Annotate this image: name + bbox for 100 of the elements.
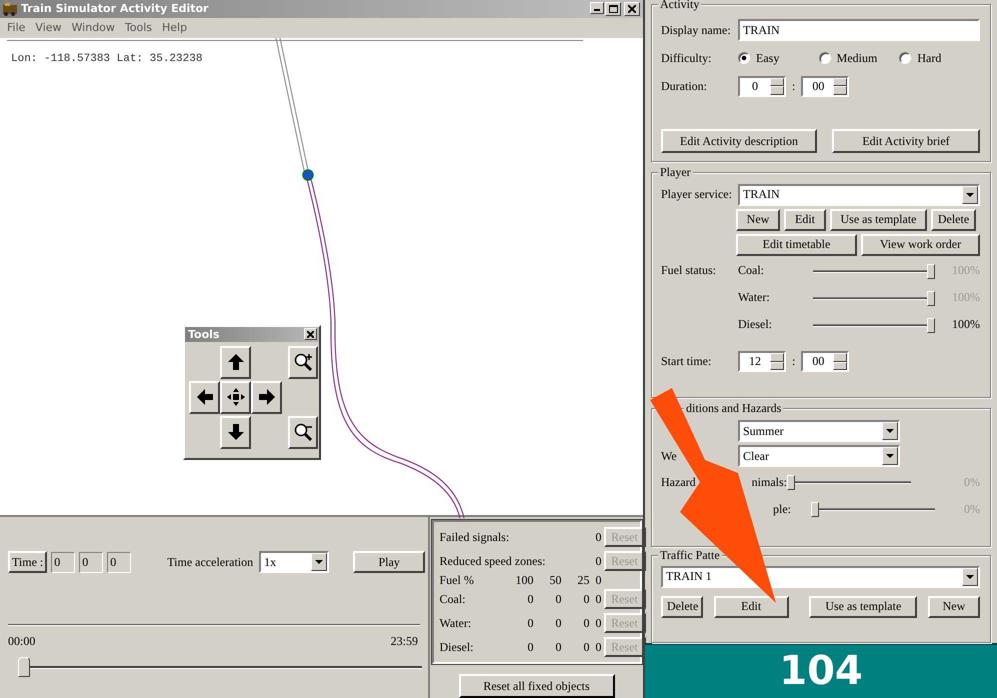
time-separator: : xyxy=(791,354,796,370)
dropdown-button[interactable] xyxy=(962,186,978,204)
menu-item[interactable]: View xyxy=(30,21,67,34)
window-title: Train Simulator Activity Editor xyxy=(21,2,210,16)
radio-button[interactable] xyxy=(899,52,912,64)
slider-value: 100% xyxy=(952,317,980,332)
spin-buttons[interactable] xyxy=(833,353,848,370)
group-title: Player xyxy=(658,164,693,180)
zoom-in-icon xyxy=(294,353,312,372)
menu-item[interactable]: Help xyxy=(157,21,192,34)
left-arrow-icon xyxy=(196,388,214,406)
track-marker[interactable] xyxy=(302,169,314,181)
radio-button[interactable] xyxy=(818,52,831,64)
menu-item[interactable]: Tools xyxy=(120,21,158,34)
count-value: 50 xyxy=(548,573,562,588)
up-arrow-icon xyxy=(226,353,244,372)
zoom-out-button[interactable] xyxy=(288,416,318,449)
count-value: 0 xyxy=(582,640,590,654)
group-title: Activity xyxy=(658,0,702,12)
maximize-button[interactable] xyxy=(605,2,621,16)
dropdown-button[interactable] xyxy=(882,422,898,440)
hours-field[interactable]: 12 xyxy=(738,351,786,372)
time-button[interactable]: Time : xyxy=(8,551,48,573)
field-label: Display name: xyxy=(661,22,732,38)
minutes-field[interactable]: 00 xyxy=(801,76,850,96)
service-button[interactable]: Edit xyxy=(784,208,826,231)
traffic-button[interactable]: Edit xyxy=(714,596,789,618)
row-label: Fuel % xyxy=(440,573,475,588)
palette-title: Tools xyxy=(188,328,220,341)
time-field[interactable]: 0 xyxy=(51,552,76,572)
count-value: 0 xyxy=(594,573,602,588)
traffic-button[interactable]: Delete xyxy=(661,596,703,618)
field-label: Start time: xyxy=(661,354,712,370)
end-time-label: 23:59 xyxy=(390,634,418,649)
zoom-in-button[interactable] xyxy=(288,346,318,379)
dropdown-button[interactable] xyxy=(962,568,978,586)
radio-button[interactable] xyxy=(738,52,750,64)
reset-button: Reset xyxy=(604,589,646,609)
slider-thumb[interactable] xyxy=(927,318,935,333)
player-service-dropdown[interactable]: TRAIN xyxy=(738,184,980,206)
count-value: 0 xyxy=(594,554,602,568)
hours-field[interactable]: 0 xyxy=(738,76,786,96)
spin-buttons[interactable] xyxy=(833,78,848,94)
spin-buttons[interactable] xyxy=(770,353,784,370)
pan-right-button[interactable] xyxy=(251,380,282,414)
center-button[interactable] xyxy=(220,380,251,414)
play-button[interactable]: Play xyxy=(353,551,426,573)
slider-value: 0% xyxy=(964,474,980,490)
reset-button: Reset xyxy=(604,637,646,657)
close-button[interactable] xyxy=(304,328,317,340)
menu-item[interactable]: Window xyxy=(66,21,120,34)
timeline-thumb[interactable] xyxy=(18,657,30,677)
menu-item[interactable]: File xyxy=(2,21,30,34)
radio-label: Medium xyxy=(836,50,878,66)
service-button[interactable]: View work order xyxy=(860,234,980,256)
service-button[interactable]: Edit timetable xyxy=(736,234,857,256)
row-label: Failed signals: xyxy=(440,530,510,544)
minimize-button[interactable] xyxy=(590,2,604,14)
traffic-button[interactable]: New xyxy=(928,596,980,618)
count-value: 0 xyxy=(526,616,534,630)
coordinates-text: Lon: -118.57383 Lat: 35.23238 xyxy=(10,52,204,65)
slider-value: 0% xyxy=(964,502,980,516)
service-button[interactable]: Delete xyxy=(931,208,976,231)
field-label: Difficulty: xyxy=(661,50,712,66)
start-time-label: 00:00 xyxy=(8,634,36,649)
traffic-button[interactable]: Use as template xyxy=(809,596,918,618)
count-value: 0 xyxy=(594,640,602,654)
count-value: 100 xyxy=(514,573,534,588)
count-value: 0 xyxy=(526,592,534,606)
time-field[interactable]: 0 xyxy=(79,552,104,572)
dropdown-button[interactable] xyxy=(311,553,328,571)
service-button[interactable]: Use as template xyxy=(830,208,927,231)
close-button[interactable] xyxy=(624,2,640,16)
edit-button[interactable]: Edit Activity brief xyxy=(832,129,980,153)
minutes-field[interactable]: 00 xyxy=(801,351,850,372)
time-field[interactable]: 0 xyxy=(107,552,132,572)
pan-left-button[interactable] xyxy=(189,380,220,414)
weather-dropdown[interactable]: Clear xyxy=(738,445,900,467)
slider-label: ple: xyxy=(773,502,791,516)
row-label: Diesel: xyxy=(440,640,474,654)
season-dropdown[interactable]: Summer xyxy=(738,420,900,442)
dropdown-button[interactable] xyxy=(882,447,898,465)
count-value: 0 xyxy=(554,616,562,630)
display-name-field[interactable]: TRAIN xyxy=(738,19,980,41)
pan-down-button[interactable] xyxy=(220,416,251,449)
count-value: 0 xyxy=(582,592,590,606)
service-button[interactable]: New xyxy=(736,208,780,231)
count-value: 0 xyxy=(594,530,602,544)
pan-up-button[interactable] xyxy=(220,346,251,379)
slider-label: nimals: xyxy=(752,474,787,490)
spin-buttons[interactable] xyxy=(770,78,784,94)
page-number: 104 xyxy=(779,648,863,694)
app-icon xyxy=(2,2,18,16)
traffic-pattern-dropdown[interactable]: TRAIN 1 xyxy=(661,566,980,588)
time-separator: : xyxy=(791,78,796,94)
count-value: 0 xyxy=(594,592,602,606)
radio-label: Hard xyxy=(917,50,942,66)
acceleration-dropdown[interactable]: 1x xyxy=(259,551,330,573)
reset-all-button[interactable]: Reset all fixed objects xyxy=(458,674,614,698)
edit-button[interactable]: Edit Activity description xyxy=(661,129,817,153)
